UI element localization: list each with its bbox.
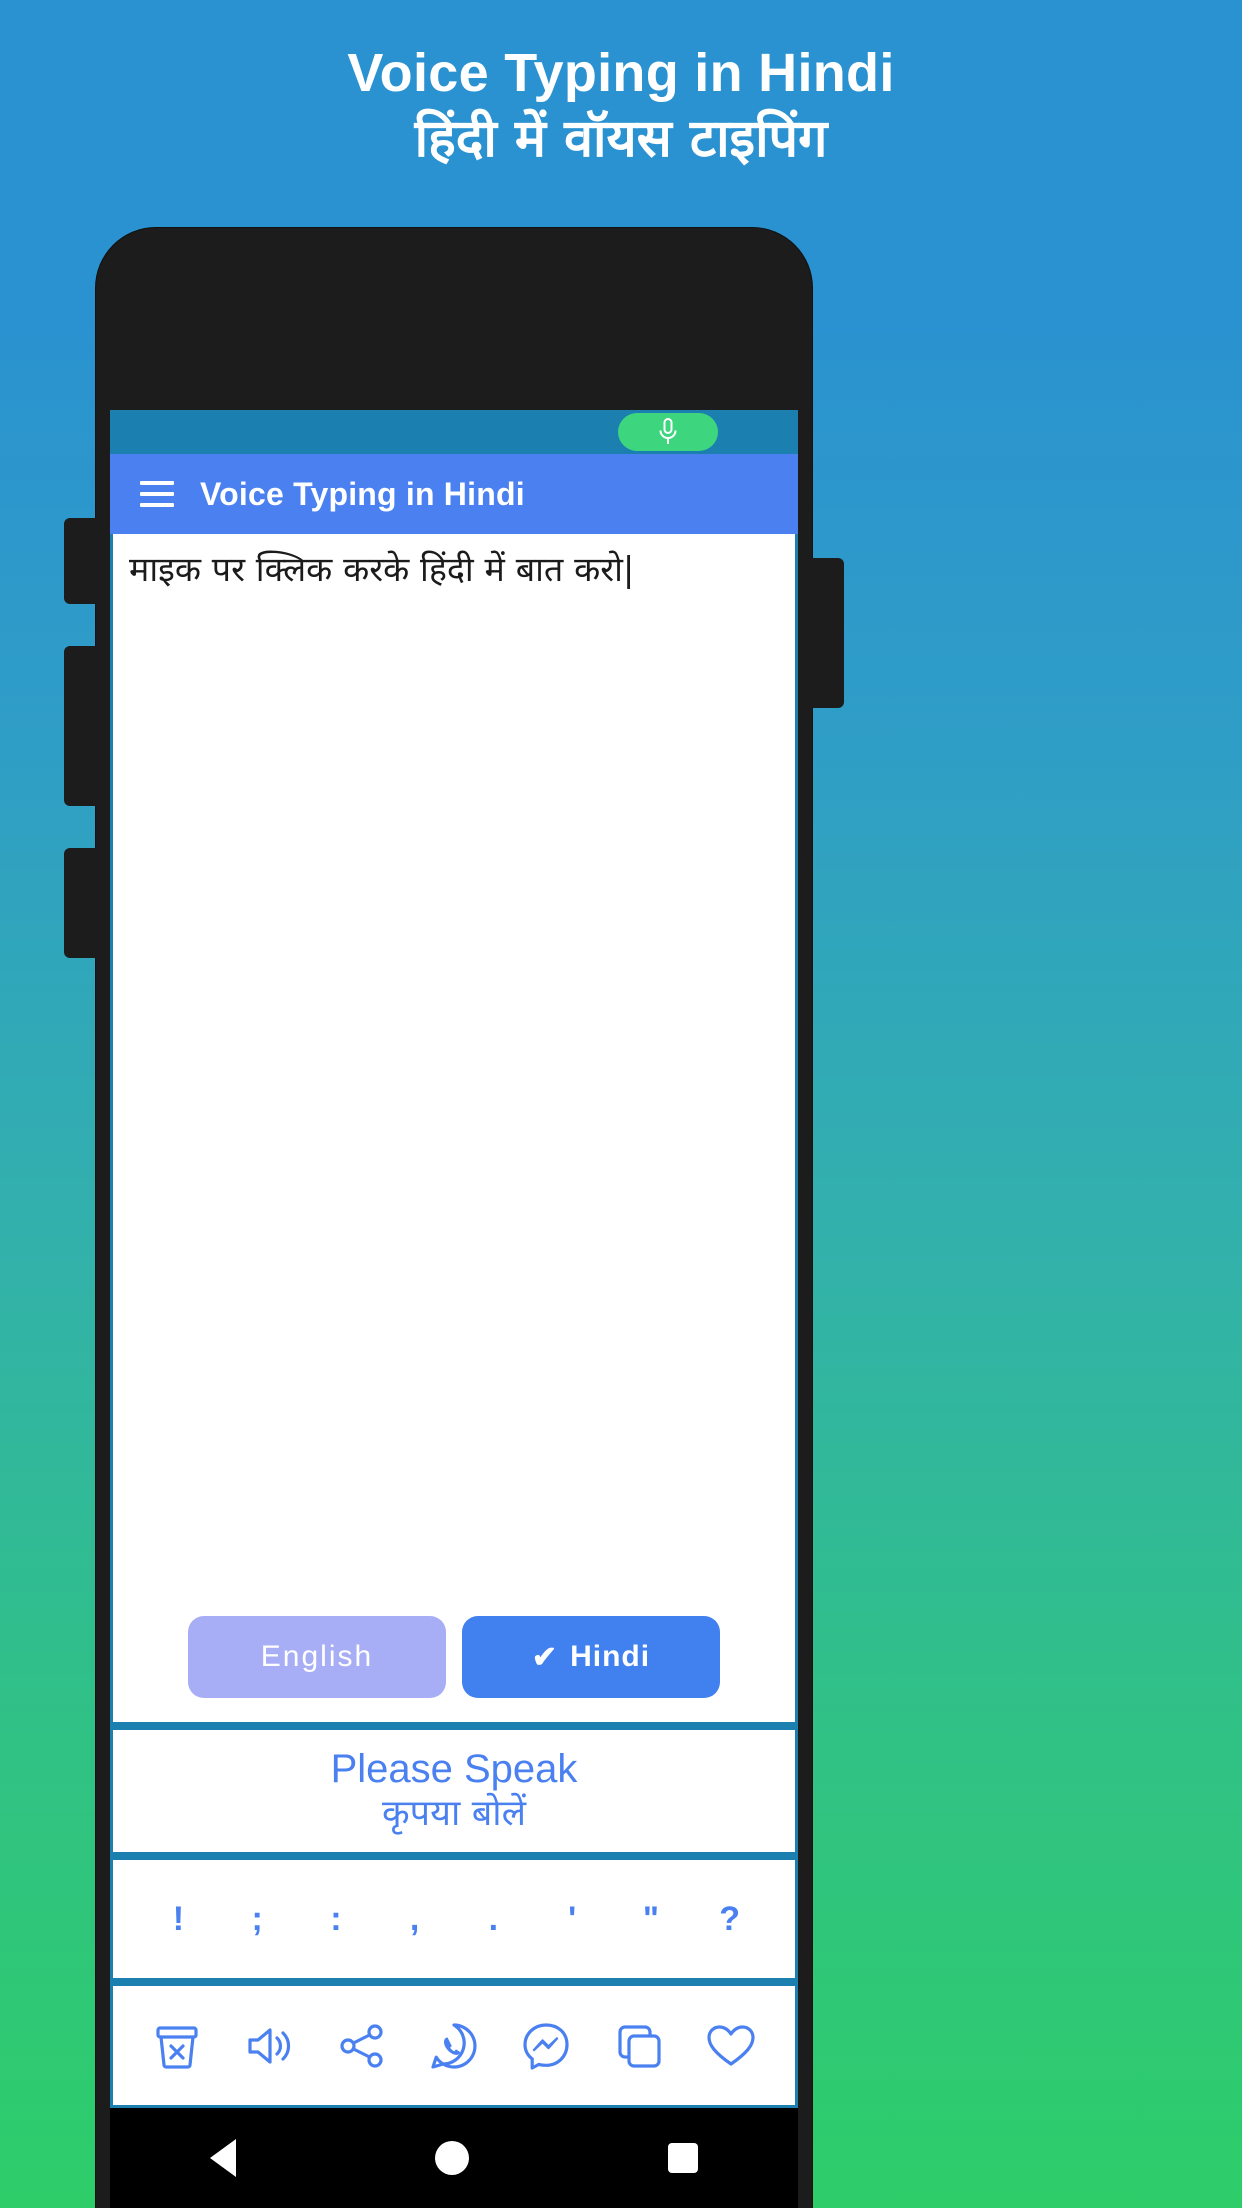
- phone-screen: Voice Typing in Hindi माइक पर क्लिक करके…: [110, 410, 798, 2108]
- messenger-icon[interactable]: [516, 2016, 576, 2076]
- phone-side-button-volume-up: [64, 518, 98, 604]
- speak-prompt-panel: Please Speak कृपया बोलें: [110, 1730, 798, 1852]
- speak-prompt-english: Please Speak: [330, 1747, 578, 1792]
- punctuation-key-exclamation[interactable]: !: [164, 1900, 192, 1939]
- punctuation-toolbar: ! ; : , . ' " ?: [110, 1860, 798, 1978]
- delete-icon[interactable]: [147, 2016, 207, 2076]
- whatsapp-icon[interactable]: [424, 2016, 484, 2076]
- status-bar: [110, 410, 798, 454]
- heart-icon[interactable]: [701, 2016, 761, 2076]
- punctuation-key-period[interactable]: .: [479, 1900, 507, 1939]
- divider-2: [110, 1852, 798, 1860]
- home-icon[interactable]: [434, 2141, 469, 2175]
- check-icon: ✔: [531, 1640, 559, 1674]
- punctuation-key-question[interactable]: ?: [716, 1900, 744, 1939]
- language-selector: English ✔ Hindi: [113, 1616, 795, 1698]
- language-button-english-label: English: [260, 1640, 374, 1673]
- share-icon[interactable]: [332, 2016, 392, 2076]
- promo-subtitle: हिंदी में वॉयस टाइपिंग: [414, 108, 828, 169]
- hamburger-menu-icon[interactable]: [140, 481, 174, 507]
- speaker-icon[interactable]: [239, 2016, 299, 2076]
- phone-mockup: Voice Typing in Hindi माइक पर क्लिक करके…: [64, 228, 844, 2208]
- language-button-hindi-label: Hindi: [570, 1640, 651, 1673]
- recents-icon[interactable]: [668, 2143, 699, 2173]
- promo-header: Voice Typing in Hindi हिंदी में वॉयस टाइ…: [0, 0, 1242, 215]
- language-button-english[interactable]: English: [188, 1616, 446, 1698]
- divider-1: [110, 1722, 798, 1730]
- speak-prompt-hindi: कृपया बोलें: [381, 1793, 527, 1835]
- language-button-hindi[interactable]: ✔ Hindi: [462, 1616, 720, 1698]
- app-bar-title: Voice Typing in Hindi: [200, 475, 525, 512]
- microphone-status-pill[interactable]: [618, 413, 718, 451]
- action-toolbar: [110, 1986, 798, 2108]
- punctuation-key-semicolon[interactable]: ;: [243, 1900, 271, 1939]
- punctuation-key-comma[interactable]: ,: [401, 1900, 429, 1939]
- divider-3: [110, 1978, 798, 1986]
- text-editor-area[interactable]: माइक पर क्लिक करके हिंदी में बात करो| En…: [110, 534, 798, 1722]
- punctuation-key-colon[interactable]: :: [322, 1900, 350, 1939]
- transcribed-text[interactable]: माइक पर क्लिक करके हिंदी में बात करो|: [113, 534, 795, 594]
- copy-icon[interactable]: [609, 2016, 669, 2076]
- punctuation-key-apostrophe[interactable]: ': [558, 1900, 586, 1939]
- back-icon[interactable]: [209, 2139, 236, 2177]
- phone-side-button-power: [810, 558, 844, 708]
- punctuation-key-quote[interactable]: ": [637, 1900, 665, 1939]
- phone-side-button-volume-down: [64, 646, 98, 806]
- microphone-icon: [656, 417, 680, 447]
- android-navigation-bar: [110, 2108, 798, 2208]
- promo-title: Voice Typing in Hindi: [347, 43, 895, 104]
- phone-side-button-extra: [64, 848, 98, 958]
- app-bar: Voice Typing in Hindi: [110, 454, 798, 534]
